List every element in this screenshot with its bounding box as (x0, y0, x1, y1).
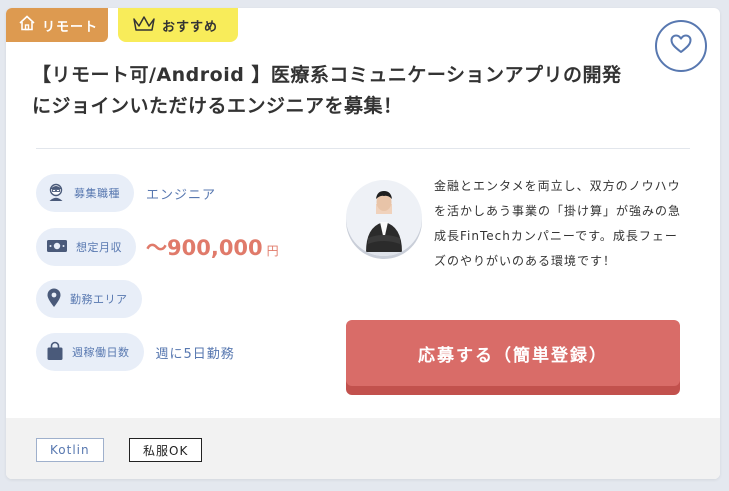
company-description: 金融とエンタメを両立し、双方のノウハウを活かしあう事業の「掛け算」が強みの急成長… (434, 179, 682, 268)
heart-icon (670, 34, 692, 58)
divider (36, 148, 690, 149)
info-position: 募集職種 エンジニア (36, 174, 216, 212)
location-pin-icon (46, 288, 62, 311)
position-value: エンジニア (146, 187, 217, 203)
info-salary: 想定月収 〜900,000 円 (36, 228, 279, 266)
job-title[interactable]: 【リモート可/Android 】医療系コミュニケーションアプリの開発 にジョイン… (32, 60, 642, 122)
days-pill: 週稼働日数 (36, 333, 144, 371)
remote-badge: リモート (6, 8, 108, 42)
tag-casual-dress[interactable]: 私服OK (129, 438, 203, 462)
info-days: 週稼働日数 週に5日勤務 (36, 333, 235, 371)
tags-footer: Kotlin 私服OK (6, 418, 720, 479)
area-pill: 勤務エリア (36, 280, 142, 318)
position-label: 募集職種 (74, 187, 120, 200)
home-icon (18, 14, 36, 36)
salary-unit: 円 (266, 243, 279, 258)
salary-pill: 想定月収 (36, 228, 136, 266)
tag-kotlin[interactable]: Kotlin (36, 438, 104, 462)
days-value: 週に5日勤務 (155, 346, 235, 362)
info-area: 勤務エリア (36, 280, 154, 318)
bag-icon (46, 341, 64, 364)
recommend-badge: おすすめ (118, 8, 238, 42)
recommend-badge-label: おすすめ (162, 19, 219, 35)
person-icon (46, 182, 66, 205)
days-label: 週稼働日数 (72, 346, 130, 359)
favorite-button[interactable] (655, 20, 707, 72)
avatar (346, 180, 422, 256)
remote-badge-label: リモート (42, 19, 99, 35)
position-pill: 募集職種 (36, 174, 134, 212)
area-label: 勤務エリア (70, 293, 128, 306)
apply-button[interactable]: 応募する（簡単登録） (346, 320, 680, 386)
crown-icon (132, 14, 156, 36)
salary-label: 想定月収 (76, 241, 122, 254)
job-card[interactable]: リモート おすすめ 【リモート可/Android 】医療系コミュニケーションアプ… (6, 8, 720, 479)
money-icon (46, 238, 68, 257)
salary-value: 〜900,000 (146, 236, 263, 260)
